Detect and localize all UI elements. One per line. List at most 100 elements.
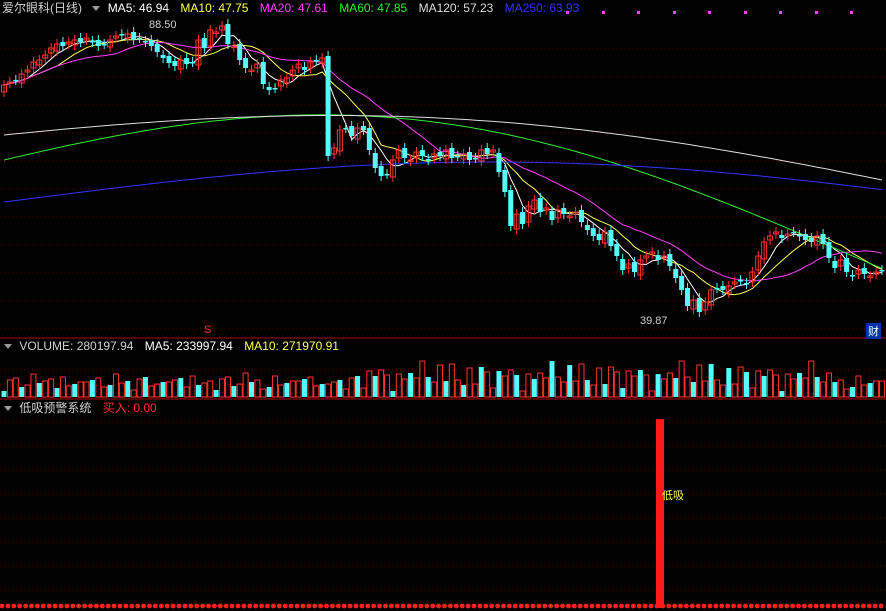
volume-bar: [425, 377, 431, 397]
volume-bar: [160, 382, 166, 397]
signal-dot: [772, 603, 778, 609]
signal-dot: [666, 603, 672, 609]
cai-marker[interactable]: 财: [866, 323, 881, 339]
volume-bar: [24, 384, 31, 398]
volume-bar: [30, 373, 37, 398]
marker-dot: [779, 11, 782, 14]
candle-body: [614, 244, 620, 256]
volume-bar: [602, 384, 608, 397]
candle-body: [844, 258, 850, 272]
volume-bar: [684, 376, 691, 398]
signal-dot: [796, 603, 801, 609]
volume-bar: [183, 386, 190, 398]
signal-dot: [459, 603, 465, 609]
volume-bar: [337, 380, 343, 397]
signal-dot: [483, 603, 489, 609]
volume-bar: [313, 385, 320, 398]
signal-dot: [819, 603, 825, 609]
candle-body: [537, 198, 543, 212]
signal-dot: [389, 603, 394, 609]
signal-dot: [223, 603, 229, 609]
signal-dot: [713, 603, 719, 609]
candle-body: [502, 170, 508, 192]
s-marker: S: [204, 324, 212, 336]
candle-body: [743, 283, 749, 285]
volume-bar: [195, 385, 201, 397]
candle-body: [484, 148, 490, 154]
volume-bar: [755, 370, 762, 398]
marker-dot: [815, 11, 818, 14]
candle-body: [225, 24, 231, 44]
signal-dot: [418, 603, 424, 609]
volume-bar: [59, 376, 66, 398]
volume-bar: [19, 387, 25, 397]
volume-bar: [413, 377, 420, 398]
signal-dot: [554, 603, 559, 609]
volume-bar: [779, 391, 785, 397]
volume-bar: [260, 388, 267, 398]
signal-dot: [625, 603, 630, 609]
signal-dot: [153, 603, 158, 609]
signal-dot: [501, 603, 506, 609]
candle-body: [791, 232, 797, 234]
signal-dot: [306, 603, 312, 609]
candle-body: [78, 38, 84, 42]
volume-bar: [714, 379, 721, 398]
signal-dot: [353, 603, 359, 609]
volume-bar: [95, 377, 102, 398]
signal-dot: [241, 603, 247, 609]
volume-bar: [295, 380, 302, 398]
signal-dot: [188, 603, 194, 609]
volume-bar: [401, 378, 408, 398]
marker-dot: [602, 11, 605, 14]
volume-bar: [1, 391, 7, 397]
volume-bar: [236, 383, 243, 398]
volume-bar: [673, 378, 679, 397]
volume-bar: [6, 379, 13, 398]
signal-dot: [335, 603, 341, 609]
signal-dot: [689, 603, 695, 609]
candle-body: [172, 61, 178, 66]
signal-dot: [94, 603, 99, 609]
volume-bar: [360, 387, 367, 398]
candle-body: [596, 234, 602, 240]
signal-dot: [695, 603, 701, 609]
signal-dot: [265, 603, 270, 609]
signal-dot: [64, 603, 70, 609]
ma250-line: [3, 161, 883, 203]
volume-bar: [207, 380, 214, 398]
candle-body: [366, 128, 372, 150]
volume-bar: [384, 374, 391, 398]
candle-body: [496, 153, 502, 172]
signal-dot: [253, 603, 259, 609]
volume-bar: [431, 381, 438, 398]
volume-bar: [12, 377, 19, 398]
signal-dot: [371, 603, 377, 609]
volume-bar: [254, 379, 261, 398]
marker-dot: [673, 11, 676, 14]
volume-bar: [107, 385, 113, 397]
signal-dot: [872, 603, 878, 609]
volume-bar: [189, 375, 196, 398]
volume-bar: [637, 370, 643, 397]
signal-dot: [866, 603, 872, 609]
candle-body: [472, 158, 478, 160]
candle-body: [119, 34, 125, 36]
volume-bar: [820, 381, 827, 398]
volume-bar: [461, 385, 467, 397]
volume-bar: [65, 385, 72, 398]
signal-dot: [684, 603, 689, 609]
signal-dot: [176, 603, 182, 609]
volume-bar: [242, 372, 249, 398]
signal-dot: [436, 603, 441, 609]
volume-bar: [660, 378, 667, 398]
candle-body: [861, 268, 867, 274]
signal-dot: [601, 603, 607, 609]
volume-bar: [178, 378, 184, 397]
signal-dot: [766, 603, 772, 609]
ma10-line: [3, 38, 883, 296]
signal-dot: [748, 603, 754, 609]
volume-bar: [531, 379, 537, 397]
volume-bar: [743, 372, 749, 397]
volume-bar: [454, 379, 461, 398]
